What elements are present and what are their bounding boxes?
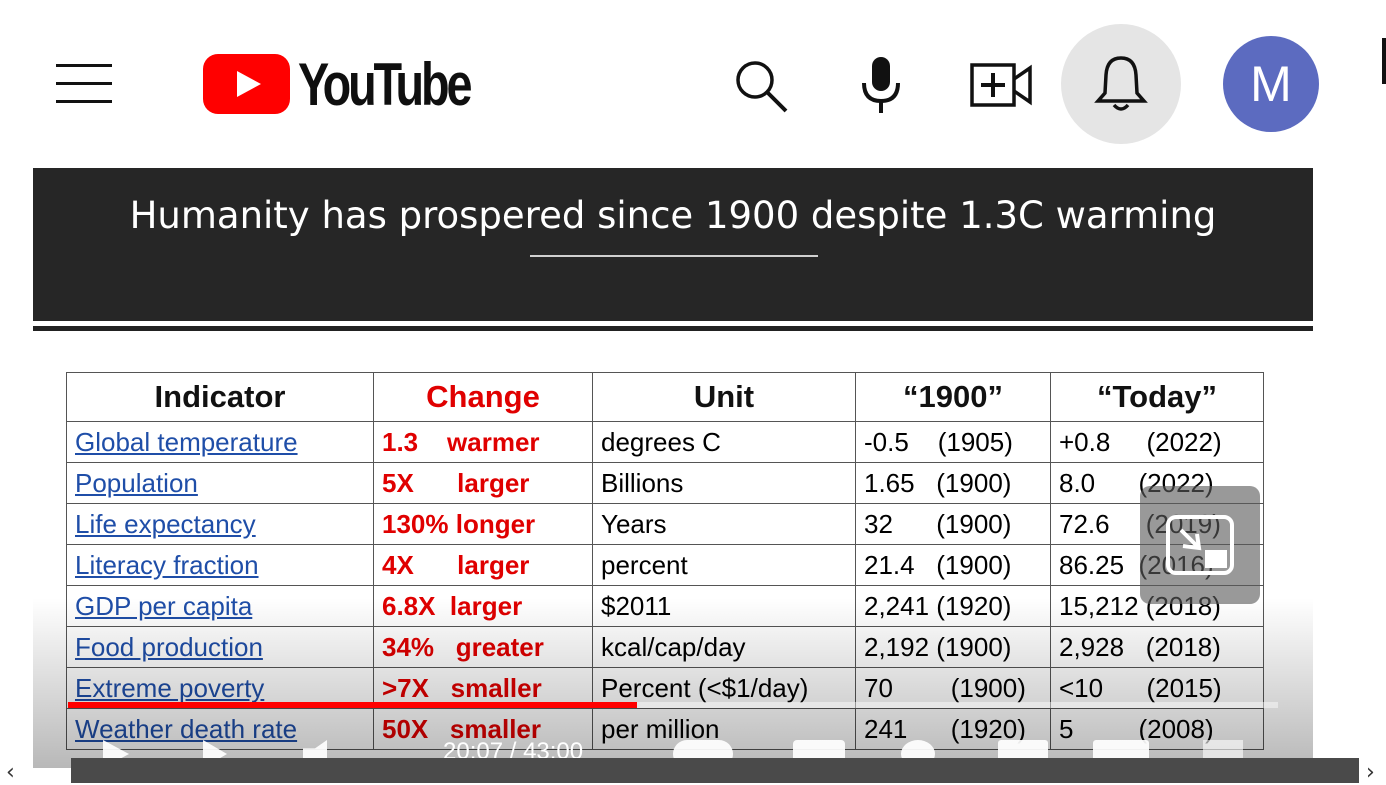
header-change: Change (373, 372, 593, 422)
video-player[interactable]: Humanity has prospered since 1900 despit… (33, 168, 1313, 768)
miniplayer-button[interactable] (1140, 486, 1260, 604)
progress-played (68, 702, 637, 708)
logo-text: YouTube (298, 50, 473, 118)
indicator-cell[interactable]: Literacy fraction (66, 544, 374, 586)
change-cell: 4X larger (373, 544, 593, 586)
youtube-play-icon (203, 54, 290, 114)
indicator-cell[interactable]: Life expectancy (66, 503, 374, 545)
change-cell: 5X larger (373, 462, 593, 504)
account-avatar[interactable]: M (1223, 36, 1319, 132)
value-1900-cell: -0.5 (1905) (855, 421, 1051, 463)
title-underline (530, 255, 818, 257)
edge-divider (1382, 38, 1386, 84)
unit-cell: percent (592, 544, 856, 586)
notifications-button[interactable] (1061, 24, 1181, 144)
scroll-left-arrow[interactable]: ‹ (6, 760, 15, 785)
table-row: Life expectancy 130% longer Years 32 (1900)… (66, 503, 1264, 545)
youtube-home-logo[interactable]: YouTube (203, 51, 518, 118)
video-camera-plus-icon (970, 63, 1032, 107)
value-1900-cell: 32 (1900) (855, 503, 1051, 545)
create-video-button[interactable] (966, 52, 1036, 118)
slide-title: Humanity has prospered since 1900 despit… (129, 194, 1217, 237)
search-button[interactable] (727, 52, 793, 118)
indicator-cell[interactable]: Population (66, 462, 374, 504)
table-row: Population 5X larger Billions 1.65 (1900) 8.… (66, 462, 1264, 504)
bell-icon (1094, 56, 1148, 111)
value-1900-cell: 21.4 (1900) (855, 544, 1051, 586)
miniplayer-icon (1166, 515, 1234, 575)
bottom-scroll-strip[interactable] (71, 758, 1359, 783)
value-1900-cell: 1.65 (1900) (855, 462, 1051, 504)
header-today: “Today” (1050, 372, 1264, 422)
table-row: Global temperature 1.3 warmer degrees C -0.… (66, 421, 1264, 463)
progress-bar[interactable] (68, 702, 1278, 708)
table-header-row: Indicator Change Unit “1900” “Today” (66, 372, 1264, 422)
change-cell: 130% longer (373, 503, 593, 545)
unit-cell: degrees C (592, 421, 856, 463)
slide-divider (33, 326, 1313, 331)
hamburger-menu-icon (56, 64, 112, 103)
microphone-icon (862, 57, 900, 113)
value-today-cell: +0.8 (2022) (1050, 421, 1264, 463)
header-1900: “1900” (855, 372, 1051, 422)
unit-cell: Billions (592, 462, 856, 504)
header-indicator: Indicator (66, 372, 374, 422)
indicator-cell[interactable]: Global temperature (66, 421, 374, 463)
avatar-initial: M (1250, 56, 1292, 112)
table-row: Literacy fraction 4X larger percent 21.4 (1… (66, 544, 1264, 586)
voice-search-button[interactable] (850, 52, 912, 118)
scroll-right-arrow[interactable]: › (1366, 760, 1375, 785)
unit-cell: Years (592, 503, 856, 545)
guide-menu-button[interactable] (52, 58, 116, 108)
slide-header: Humanity has prospered since 1900 despit… (33, 168, 1313, 321)
change-cell: 1.3 warmer (373, 421, 593, 463)
header-unit: Unit (592, 372, 856, 422)
search-icon (736, 61, 788, 113)
